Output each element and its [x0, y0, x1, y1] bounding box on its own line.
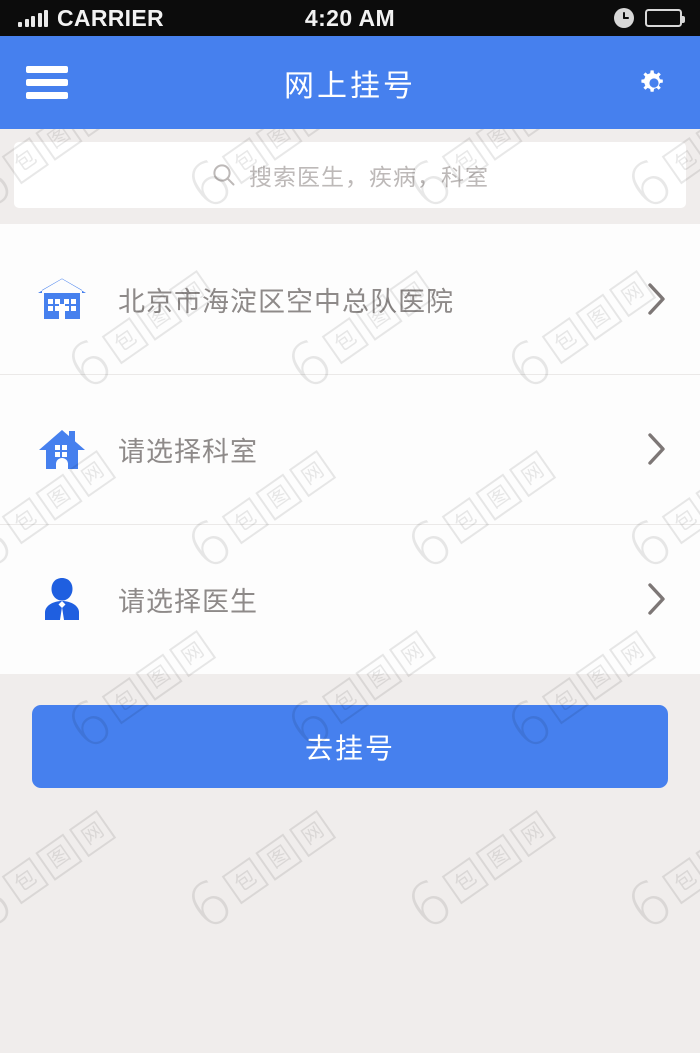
selection-list: 北京市海淀区空中总队医院 请选择科室 请选择医生: [0, 224, 700, 674]
watermark-char: 包: [441, 856, 490, 905]
watermark-char: 图: [35, 833, 83, 881]
watermark-char: 网: [509, 809, 557, 858]
phone-screen: CARRIER 4:20 AM 网上挂号 搜索医生，疾病，科室 北京市海淀区空中…: [0, 0, 700, 1053]
watermark-mark: 6包图网: [614, 799, 700, 945]
list-item-label: 请选择科室: [118, 436, 258, 467]
hamburger-bar: [26, 66, 68, 73]
watermark-mark: 6包图网: [0, 799, 124, 945]
status-bar-left: CARRIER: [18, 4, 164, 31]
watermark-char: 图: [255, 833, 303, 881]
watermark-char: 图: [475, 833, 523, 881]
chevron-right-icon[interactable]: [642, 431, 672, 467]
watermark-mark: 6包图网: [174, 799, 343, 945]
status-bar: CARRIER 4:20 AM: [0, 0, 700, 36]
list-item-hospital[interactable]: 北京市海淀区空中总队医院: [0, 224, 700, 374]
search-icon: [213, 164, 235, 186]
watermark-char: 包: [1, 856, 50, 905]
watermark-char: 网: [289, 809, 337, 858]
battery-icon: [645, 9, 685, 27]
watermark-mark: 6包图网: [394, 799, 563, 945]
chevron-right-icon[interactable]: [642, 281, 672, 317]
search-section: 搜索医生，疾病，科室: [0, 129, 700, 224]
watermark-char: 网: [69, 809, 117, 858]
list-item-department[interactable]: 请选择科室: [0, 374, 700, 524]
list-item-doctor[interactable]: 请选择医生: [0, 524, 700, 674]
watermark-char: 包: [661, 856, 700, 905]
watermark-char: 图: [695, 833, 700, 881]
watermark-six: 6: [0, 865, 26, 945]
gear-icon: [641, 69, 663, 92]
status-bar-right: [614, 8, 685, 28]
signal-bars-icon: [18, 9, 48, 27]
list-item-label: 请选择医生: [118, 586, 258, 617]
watermark-six: 6: [614, 865, 686, 945]
doctor-person-icon: [34, 571, 90, 627]
go-register-button[interactable]: 去挂号: [32, 705, 668, 788]
chevron-right-icon[interactable]: [642, 581, 672, 617]
nav-bar: 网上挂号: [0, 36, 700, 129]
hamburger-bar: [26, 92, 68, 99]
page-title: 网上挂号: [284, 69, 416, 103]
search-placeholder-label: 搜索医生，疾病，科室: [249, 164, 489, 190]
primary-action-section: 去挂号: [0, 674, 700, 788]
list-item-label: 北京市海淀区空中总队医院: [118, 286, 454, 317]
hospital-building-icon: [34, 271, 90, 327]
watermark-six: 6: [174, 865, 246, 945]
hamburger-bar: [26, 79, 68, 86]
hamburger-menu-icon[interactable]: [26, 66, 68, 99]
clock-icon: [614, 8, 634, 28]
carrier-label: CARRIER: [57, 4, 164, 31]
search-input[interactable]: 搜索医生，疾病，科室: [14, 142, 686, 208]
house-department-icon: [34, 421, 90, 477]
settings-button[interactable]: [634, 63, 674, 103]
watermark-char: 包: [221, 856, 270, 905]
watermark-six: 6: [394, 865, 466, 945]
